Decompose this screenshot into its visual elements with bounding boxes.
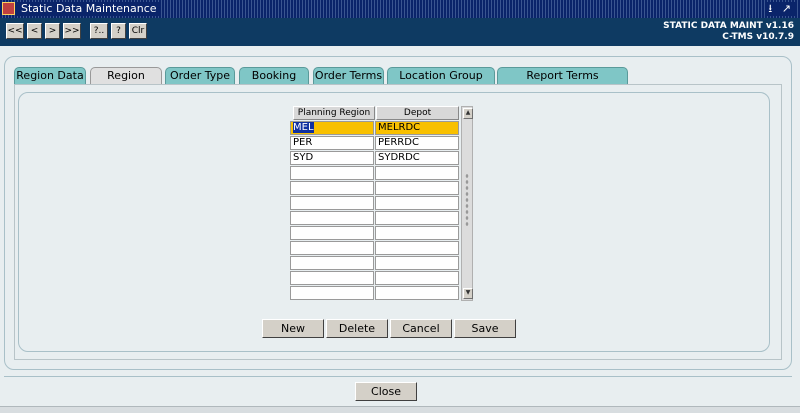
grid-scrollbar[interactable]: ▲ ▼ (461, 106, 473, 301)
scroll-up-icon[interactable]: ▲ (463, 108, 473, 119)
depot-cell[interactable] (375, 241, 459, 255)
planning-region-cell[interactable] (290, 286, 374, 300)
planning-region-cell[interactable]: PER (290, 136, 374, 150)
last-record-button[interactable]: >> (63, 23, 81, 39)
planning-region-cell[interactable] (290, 211, 374, 225)
depot-cell[interactable] (375, 211, 459, 225)
planning-region-cell[interactable] (290, 196, 374, 210)
tab-order-terms[interactable]: Order Terms (313, 67, 384, 85)
help-button[interactable]: ? (111, 23, 126, 39)
tab-booking-type[interactable]: Booking Type (239, 67, 309, 98)
depot-cell[interactable]: MELRDC (375, 121, 459, 135)
planning-region-cell[interactable] (290, 271, 374, 285)
version-info: STATIC DATA MAINT v1.16 C-TMS v10.7.9 (663, 21, 794, 43)
depot-cell[interactable] (375, 226, 459, 240)
app-icon (2, 2, 15, 15)
clear-button[interactable]: Clr (129, 23, 147, 39)
planning-region-value: SYD (293, 152, 314, 163)
depot-cell[interactable] (375, 271, 459, 285)
tab-location-group-name[interactable]: Location Group Name (387, 67, 495, 98)
planning-region-value: PER (293, 137, 313, 148)
depot-cell[interactable] (375, 166, 459, 180)
planning-region-cell[interactable]: MEL (290, 121, 374, 135)
scroll-down-icon[interactable]: ▼ (463, 288, 473, 299)
column-header-planning-region: Planning Region (293, 106, 375, 120)
planning-region-cell[interactable] (290, 226, 374, 240)
planning-region-cell[interactable] (290, 241, 374, 255)
window-title: Static Data Maintenance (17, 2, 161, 16)
help-list-button[interactable]: ?.. (90, 23, 108, 39)
module-version: STATIC DATA MAINT v1.16 (663, 21, 794, 31)
previous-record-button[interactable]: < (27, 23, 42, 39)
depot-cell[interactable] (375, 181, 459, 195)
depot-cell[interactable]: SYDRDC (375, 151, 459, 165)
first-record-button[interactable]: << (6, 23, 24, 39)
column-header-depot: Depot (376, 106, 459, 120)
divider (4, 376, 792, 377)
system-version: C-TMS v10.7.9 (722, 32, 794, 42)
next-record-button[interactable]: > (45, 23, 60, 39)
tab-region-data[interactable]: Region Data (14, 67, 86, 85)
save-button[interactable]: Save (454, 319, 516, 338)
depot-cell[interactable] (375, 256, 459, 270)
scroll-grip-icon[interactable] (465, 173, 469, 227)
planning-region-value: MEL (293, 122, 314, 133)
app-header: << < > >> ?.. ? Clr STATIC DATA MAINT v1… (0, 18, 800, 46)
planning-region-cell[interactable]: SYD (290, 151, 374, 165)
tab-order-type[interactable]: Order Type (165, 67, 235, 85)
cancel-button[interactable]: Cancel (390, 319, 452, 338)
window-controls[interactable]: ⭳ ↗ (766, 2, 796, 16)
depot-cell[interactable] (375, 196, 459, 210)
planning-region-cell[interactable] (290, 181, 374, 195)
planning-region-cell[interactable] (290, 256, 374, 270)
window-title-bar[interactable]: Static Data Maintenance ⭳ ↗ (0, 0, 800, 18)
depot-cell[interactable] (375, 286, 459, 300)
new-button[interactable]: New (262, 319, 324, 338)
close-button[interactable]: Close (355, 382, 417, 401)
delete-button[interactable]: Delete (326, 319, 388, 338)
tab-report-terms-configuration[interactable]: Report Terms Configuration (497, 67, 628, 98)
depot-cell[interactable]: PERRDC (375, 136, 459, 150)
planning-region-cell[interactable] (290, 166, 374, 180)
